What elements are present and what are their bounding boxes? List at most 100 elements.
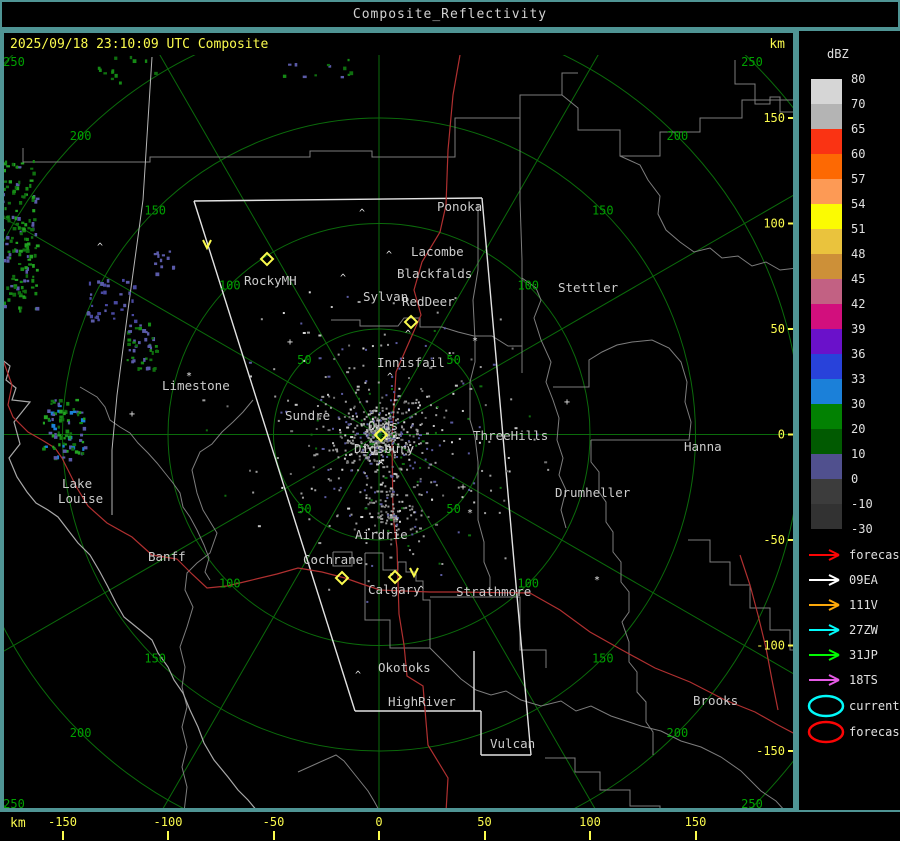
clutter-pixel (510, 398, 513, 401)
clutter-pixel (430, 481, 433, 484)
echo-pixel (12, 227, 17, 231)
clutter-pixel (386, 519, 389, 522)
echo-pixel (42, 421, 45, 425)
clutter-pixel (411, 505, 414, 508)
echo-pixel (131, 313, 135, 317)
echo-pixel (18, 180, 21, 185)
echo-pixel (89, 314, 94, 319)
clutter-pixel (473, 501, 476, 504)
clutter-pixel (331, 427, 334, 430)
clutter-pixel (397, 407, 400, 410)
city-label-threehills: ThreeHills (473, 428, 548, 443)
clutter-pixel (366, 400, 369, 403)
clutter-pixel (412, 467, 415, 470)
echo-pixel (340, 75, 344, 79)
clutter-pixel (421, 440, 425, 443)
colorbar-swatch-10 (811, 454, 842, 479)
clutter-pixel (392, 507, 395, 510)
echo-pixel (166, 256, 170, 260)
clutter-pixel (308, 444, 311, 447)
clutter-pixel (312, 466, 315, 469)
echo-pixel (28, 218, 31, 223)
clutter-pixel (470, 489, 473, 492)
colorbar-swatch-65 (811, 129, 842, 154)
x-tick-label: 150 (684, 815, 707, 829)
clutter-pixel (427, 515, 430, 518)
clutter-pixel (425, 432, 429, 435)
echo-pixel (7, 201, 11, 205)
echo-pixel (97, 312, 102, 316)
echo-pixel (33, 254, 37, 258)
clutter-pixel (363, 472, 366, 475)
clutter-pixel (332, 442, 335, 445)
colorbar-label: 36 (851, 347, 866, 361)
clutter-pixel (397, 394, 401, 397)
clutter-pixel (408, 458, 411, 461)
colorbar-swatch-39 (811, 329, 842, 354)
clutter-pixel (435, 484, 438, 487)
clutter-pixel (344, 400, 347, 403)
clutter-pixel (346, 295, 349, 298)
echo-pixel (32, 160, 35, 164)
echo-pixel (24, 266, 28, 270)
clutter-pixel (416, 429, 419, 432)
clutter-pixel (388, 470, 391, 473)
clutter-pixel (507, 456, 510, 459)
echo-pixel (62, 449, 67, 453)
clutter-pixel (511, 347, 514, 350)
city-label-ponoka: Ponoka (437, 199, 482, 214)
echo-pixel (59, 436, 62, 440)
clutter-pixel (396, 455, 399, 458)
echo-pixel (8, 253, 12, 257)
ring-label: 200 (70, 726, 92, 740)
clutter-pixel (461, 496, 464, 499)
echo-pixel (129, 55, 133, 60)
clutter-pixel (418, 404, 421, 407)
x-tick (167, 831, 169, 840)
echo-pixel (58, 409, 63, 414)
clutter-pixel (226, 405, 229, 408)
echo-pixel (18, 166, 22, 169)
clutter-pixel (369, 434, 372, 437)
clutter-pixel (436, 311, 439, 314)
map-marker: ^ (355, 670, 361, 681)
y-tick-label: -150 (756, 744, 785, 758)
echo-pixel (62, 442, 66, 445)
clutter-pixel (273, 368, 276, 371)
radar-map[interactable]: 50 5050 50100 100100 100150 150150 150200 20020… (2, 31, 795, 810)
clutter-pixel (393, 479, 396, 482)
clutter-pixel (346, 426, 350, 429)
clutter-pixel (424, 458, 427, 461)
clutter-pixel (383, 333, 386, 336)
echo-pixel (326, 63, 330, 67)
echo-pixel (89, 293, 93, 296)
clutter-pixel (418, 493, 421, 496)
clutter-pixel (420, 493, 423, 496)
timestamp-label: 2025/09/18 23:10:09 UTC Composite (10, 37, 269, 52)
echo-pixel (65, 429, 70, 434)
echo-pixel (32, 275, 35, 278)
clutter-pixel (411, 508, 414, 511)
clutter-pixel (281, 486, 284, 489)
echo-pixel (349, 71, 354, 76)
echo-pixel (161, 254, 165, 257)
echo-pixel (17, 226, 21, 230)
echo-pixel (127, 338, 132, 342)
clutter-pixel (450, 421, 454, 424)
echo-pixel (106, 284, 110, 288)
clutter-pixel (371, 410, 374, 413)
clutter-pixel (249, 469, 252, 472)
clutter-pixel (368, 392, 371, 395)
echo-pixel (22, 295, 26, 298)
echo-pixel (11, 215, 15, 220)
echo-pixel (132, 341, 136, 344)
111V-arrow-icon (809, 599, 840, 611)
echo-pixel (26, 255, 29, 258)
clutter-pixel (300, 322, 303, 325)
echo-pixel (7, 250, 11, 253)
echo-pixel (288, 63, 292, 66)
clutter-pixel (481, 469, 484, 472)
clutter-pixel (400, 456, 403, 459)
y-tick-label: -50 (763, 533, 785, 547)
clutter-pixel (402, 428, 405, 431)
